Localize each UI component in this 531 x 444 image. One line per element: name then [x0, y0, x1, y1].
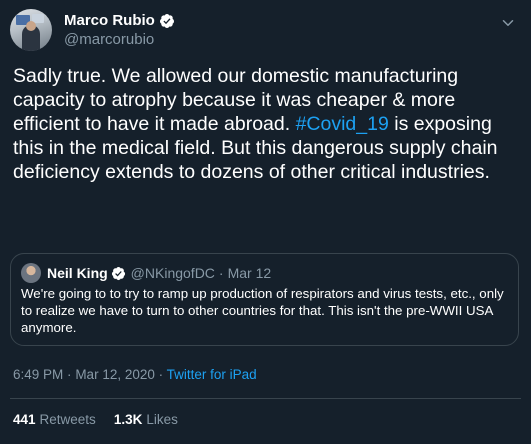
divider — [10, 398, 521, 399]
quoted-date: Mar 12 — [227, 265, 272, 281]
tweet-stats: 441 Retweets 1.3K Likes — [13, 411, 178, 429]
author-names: Marco Rubio @marcorubio — [64, 11, 175, 49]
quoted-tweet-header: Neil King @NKingofDC · Mar 12 — [21, 263, 271, 283]
quoted-author-handle: @NKingofDC — [130, 265, 215, 281]
tweet-source-link[interactable]: Twitter for iPad — [167, 367, 257, 382]
chevron-down-icon[interactable] — [499, 14, 517, 32]
meta-separator: · — [158, 367, 164, 382]
verified-icon — [111, 266, 126, 281]
tweet-text: Sadly true. We allowed our domestic manu… — [13, 64, 518, 184]
tweet-metadata: 6:49 PM · Mar 12, 2020 · Twitter for iPa… — [13, 366, 257, 384]
tweet-card: Marco Rubio @marcorubio Sadly true. We a… — [0, 0, 531, 444]
likes-stat[interactable]: 1.3K Likes — [114, 411, 178, 429]
retweets-count: 441 — [13, 412, 36, 427]
author-handle[interactable]: @marcorubio — [64, 30, 175, 49]
hashtag-link[interactable]: #Covid_19 — [296, 113, 389, 135]
meta-separator: · — [67, 367, 72, 382]
author-avatar[interactable] — [10, 9, 52, 51]
quoted-separator: · — [218, 265, 224, 281]
author-display-name[interactable]: Marco Rubio — [64, 11, 155, 30]
quoted-author-avatar — [21, 263, 41, 283]
quoted-tweet[interactable]: Neil King @NKingofDC · Mar 12 We're goin… — [10, 253, 519, 346]
likes-label: Likes — [146, 412, 178, 427]
tweet-header: Marco Rubio @marcorubio — [10, 9, 175, 51]
tweet-time[interactable]: 6:49 PM — [13, 367, 63, 382]
quoted-tweet-text: We're going to to try to ramp up product… — [21, 286, 504, 335]
verified-icon — [159, 13, 175, 29]
quoted-author-display-name: Neil King — [47, 265, 108, 281]
likes-count: 1.3K — [113, 412, 143, 427]
retweets-label: Retweets — [39, 412, 96, 427]
retweets-stat[interactable]: 441 Retweets — [13, 411, 96, 429]
tweet-date[interactable]: Mar 12, 2020 — [75, 367, 155, 382]
